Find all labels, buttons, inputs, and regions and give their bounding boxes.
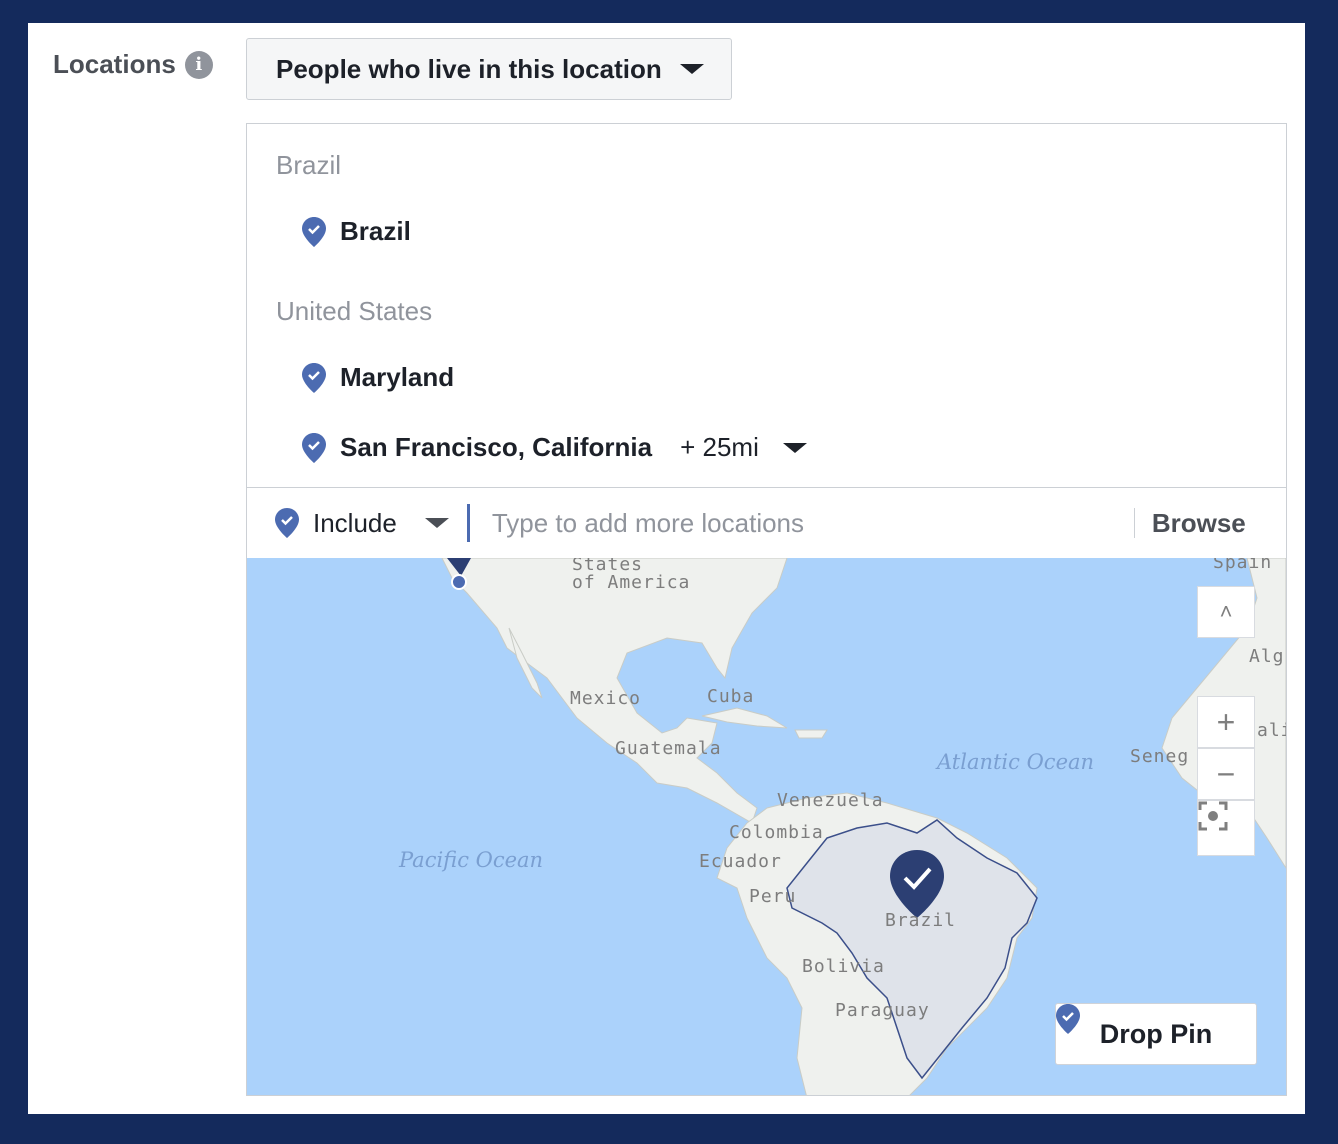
- map-label-peru: Peru: [749, 886, 797, 907]
- map-label-usa: States of America: [572, 558, 691, 593]
- zoom-in-button[interactable]: +: [1197, 696, 1255, 748]
- hispaniola-island: [794, 729, 828, 739]
- location-item-brazil[interactable]: Brazil: [302, 216, 411, 247]
- map-label-atlantic-ocean: Atlantic Ocean: [937, 750, 1095, 774]
- divider: [1133, 508, 1135, 538]
- browse-button[interactable]: Browse: [1152, 508, 1246, 539]
- location-item-san-francisco[interactable]: San Francisco, California + 25mi: [302, 432, 807, 463]
- map-label-pacific-ocean: Pacific Ocean: [399, 848, 544, 872]
- locations-panel: Locations i People who live in this loca…: [28, 23, 1305, 1114]
- location-search-row: Include Browse: [247, 487, 1286, 559]
- map-label-guatemala: Guatemala: [615, 738, 722, 759]
- zoom-out-button[interactable]: −: [1197, 748, 1255, 800]
- info-icon[interactable]: i: [184, 50, 213, 79]
- drop-pin-button[interactable]: Drop Pin: [1055, 1003, 1257, 1065]
- chevron-down-icon: [679, 64, 704, 74]
- location-search-input[interactable]: [489, 506, 1134, 540]
- map-pan-up-button[interactable]: ˄: [1197, 586, 1255, 638]
- map-label-senegal: Seneg: [1130, 746, 1190, 767]
- map-label-mali: ali: [1257, 720, 1286, 741]
- map-label-mexico: Mexico: [570, 688, 642, 709]
- include-dropdown[interactable]: Include: [247, 508, 449, 539]
- map-label-paraguay: Paraguay: [835, 1000, 930, 1021]
- location-pin-icon: [275, 508, 299, 538]
- location-pin-icon: [302, 216, 326, 247]
- map-label-spain: Spain: [1213, 558, 1273, 573]
- location-pin-icon: [302, 362, 326, 393]
- group-heading-united-states: United States: [276, 296, 433, 326]
- map-label-cuba: Cuba: [707, 686, 755, 707]
- map-label-algeria: Alg: [1249, 646, 1285, 667]
- location-pin-icon: [1056, 1004, 1080, 1034]
- selected-locations-box: Brazil Brazil United States Maryland San…: [246, 123, 1287, 1096]
- map-label-brazil: Brazil: [885, 910, 957, 931]
- audience-type-dropdown[interactable]: People who live in this location: [246, 38, 732, 100]
- radius-dropdown[interactable]: + 25mi: [680, 432, 807, 463]
- fit-icon: [1198, 801, 1228, 831]
- location-pin-icon: [302, 432, 326, 463]
- locations-label: Locations i: [53, 49, 213, 80]
- chevron-down-icon: [782, 442, 807, 453]
- map-label-bolivia: Bolivia: [802, 956, 885, 977]
- map-label-ecuador: Ecuador: [699, 851, 782, 872]
- group-heading-brazil: Brazil: [276, 150, 342, 180]
- location-map[interactable]: States of America Mexico Cuba Guatemala …: [247, 558, 1286, 1095]
- fit-to-bounds-button[interactable]: [1197, 800, 1255, 856]
- location-item-maryland[interactable]: Maryland: [302, 362, 454, 393]
- map-label-colombia: Colombia: [729, 822, 824, 843]
- chevron-down-icon: [424, 518, 449, 528]
- map-label-venezuela: Venezuela: [777, 790, 884, 811]
- text-cursor: [466, 504, 470, 542]
